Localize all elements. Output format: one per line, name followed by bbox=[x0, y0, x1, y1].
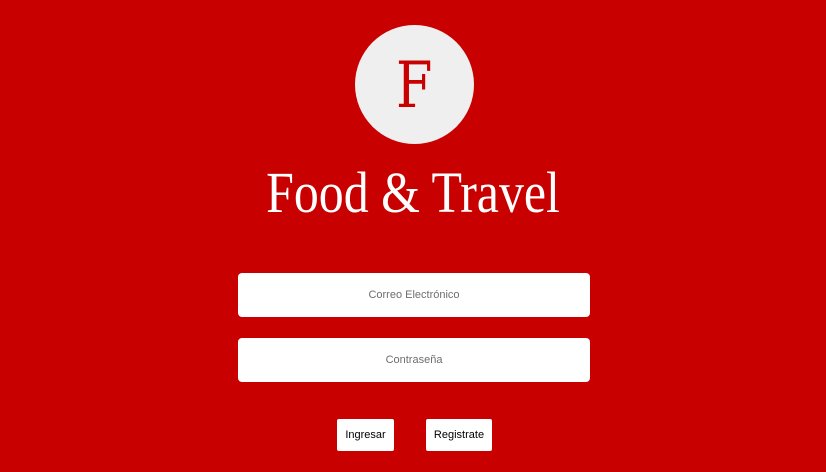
brand-title: Food & Travel bbox=[266, 160, 560, 225]
logo-circle: F bbox=[355, 25, 474, 144]
logo-letter: F bbox=[396, 48, 433, 123]
register-button[interactable]: Registrate bbox=[426, 419, 492, 451]
email-field[interactable] bbox=[238, 273, 590, 317]
login-button[interactable]: Ingresar bbox=[337, 419, 394, 451]
password-field[interactable] bbox=[238, 338, 590, 382]
login-page: F Food & Travel Ingresar Registrate bbox=[0, 0, 826, 472]
